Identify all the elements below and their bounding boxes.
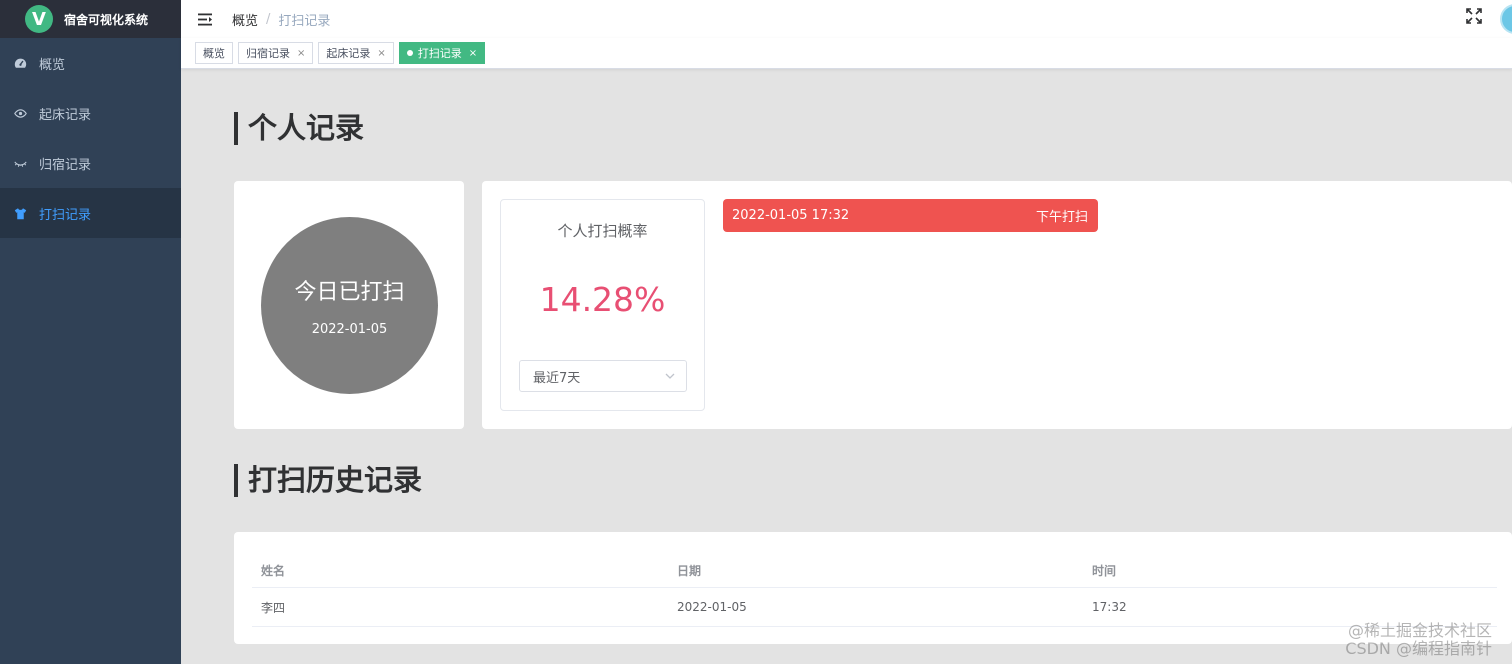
status-text: 今日已打扫 (294, 280, 405, 305)
tag-return[interactable]: 归宿记录 × (238, 42, 314, 64)
status-date: 2022-01-05 (311, 322, 388, 337)
cell-name: 李四 (261, 600, 286, 615)
dashboard-icon (13, 56, 27, 70)
logo-icon: V (25, 5, 53, 33)
tag-overview[interactable]: 概览 (195, 42, 233, 64)
cell-date: 2022-01-05 (677, 600, 747, 614)
sidebar-item-label: 概览 (39, 57, 66, 73)
record-type: 下午打扫 (1035, 210, 1088, 225)
tag-label: 概览 (203, 47, 225, 60)
eye-closed-icon (13, 156, 27, 170)
sidebar-item-label: 起床记录 (39, 107, 92, 123)
rate-box: 个人打扫概率 14.28% 最近7天 (500, 199, 705, 411)
column-header-name: 姓名 (261, 563, 286, 578)
watermark: @稀土掘金技术社区 CSDN @编程指南针 (1345, 622, 1492, 658)
record-time: 2022-01-05 17:32 (732, 208, 850, 223)
sidebar-item-overview[interactable]: 概览 (0, 38, 181, 88)
sidebar-item-wakeup[interactable]: 起床记录 (0, 88, 181, 138)
sidebar: V 宿舍可视化系统 概览 起床记录 归宿记录 打扫记录 (0, 0, 181, 664)
chevron-down-icon (664, 370, 676, 382)
rate-card: 个人打扫概率 14.28% 最近7天 2022-01-05 17:32 下午打扫 (482, 181, 1512, 429)
range-select-value: 最近7天 (533, 370, 581, 386)
rate-title: 个人打扫概率 (557, 222, 648, 240)
breadcrumb-current: 打扫记录 (278, 13, 331, 29)
column-header-date: 日期 (677, 563, 702, 578)
table-header: 姓名 日期 时间 (252, 553, 1497, 588)
range-select[interactable]: 最近7天 (519, 360, 687, 392)
active-dot-icon (406, 50, 413, 56)
fullscreen-icon[interactable] (1465, 7, 1483, 25)
column-header-time: 时间 (1092, 563, 1117, 578)
navbar: 概览 / 打扫记录 (181, 0, 1512, 38)
history-card: 姓名 日期 时间 李四 2022-01-05 17:32 (234, 532, 1512, 644)
cell-time: 17:32 (1092, 600, 1127, 614)
table-row[interactable]: 李四 2022-01-05 17:32 (252, 588, 1497, 627)
watermark-line: @稀土掘金技术社区 (1347, 621, 1492, 640)
tag-wakeup[interactable]: 起床记录 × (318, 42, 394, 64)
rate-value: 14.28% (539, 280, 666, 319)
close-icon[interactable]: × (297, 48, 305, 59)
tag-label: 归宿记录 (246, 47, 290, 60)
status-card: 今日已打扫 2022-01-05 (234, 181, 464, 429)
watermark-line: CSDN @编程指南针 (1345, 639, 1492, 658)
close-icon[interactable]: × (377, 48, 385, 59)
tag-label: 起床记录 (326, 47, 371, 60)
status-circle: 今日已打扫 2022-01-05 (261, 217, 438, 394)
sidebar-item-label: 打扫记录 (39, 207, 92, 223)
tags-view: 概览 归宿记录 × 起床记录 × 打扫记录 × (181, 38, 1512, 69)
breadcrumb-overview[interactable]: 概览 (232, 10, 258, 29)
avatar[interactable] (1500, 4, 1512, 34)
hamburger-icon[interactable] (196, 10, 214, 28)
record-bar: 2022-01-05 17:32 下午打扫 (723, 199, 1098, 232)
tag-label: 打扫记录 (417, 47, 462, 60)
shirt-icon (13, 206, 27, 220)
history-heading: 打扫历史记录 (234, 464, 422, 497)
eye-icon (13, 106, 27, 120)
tag-cleaning[interactable]: 打扫记录 × (398, 42, 486, 64)
personal-heading: 个人记录 (234, 112, 364, 145)
sidebar-item-label: 归宿记录 (39, 157, 92, 173)
history-table: 姓名 日期 时间 李四 2022-01-05 17:32 (252, 553, 1497, 627)
breadcrumb: 概览 / 打扫记录 (232, 10, 330, 29)
breadcrumb-separator: / (266, 11, 271, 27)
close-icon[interactable]: × (469, 48, 477, 59)
sidebar-item-return[interactable]: 归宿记录 (0, 138, 181, 188)
app-title: 宿舍可视化系统 (64, 12, 149, 27)
logo-bar[interactable]: V 宿舍可视化系统 (0, 0, 181, 38)
sidebar-item-cleaning[interactable]: 打扫记录 (0, 188, 181, 238)
